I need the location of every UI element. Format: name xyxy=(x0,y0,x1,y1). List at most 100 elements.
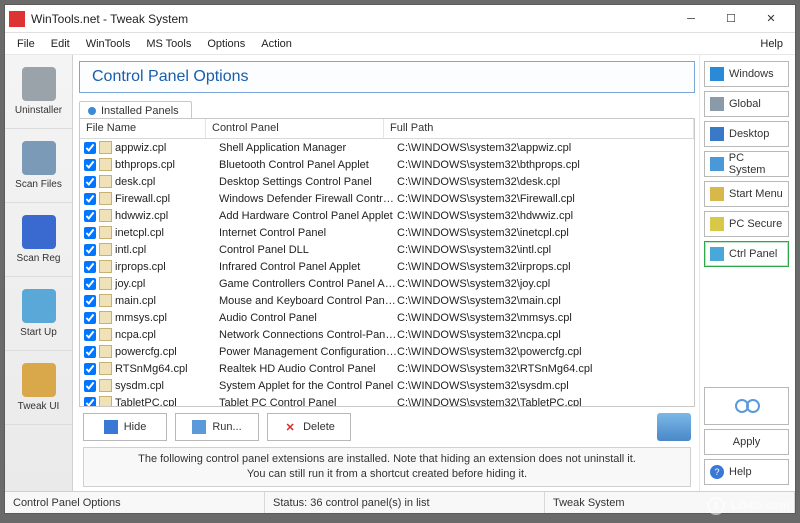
panel-list: File Name Control Panel Full Path appwiz… xyxy=(79,118,695,407)
sidebar-icon xyxy=(22,363,56,397)
table-row[interactable]: RTSnMg64.cplRealtek HD Audio Control Pan… xyxy=(80,360,694,377)
col-filename[interactable]: File Name xyxy=(80,119,206,138)
statusbar: Control Panel Options Status: 36 control… xyxy=(5,491,795,513)
row-checkbox[interactable] xyxy=(84,159,96,171)
rbtn-label: Windows xyxy=(729,68,774,80)
run-button[interactable]: Run... xyxy=(175,413,259,441)
cell-filename: desk.cpl xyxy=(115,176,219,188)
row-checkbox[interactable] xyxy=(84,295,96,307)
row-checkbox[interactable] xyxy=(84,142,96,154)
tab-installed-panels[interactable]: Installed Panels xyxy=(79,101,192,119)
table-row[interactable]: ncpa.cplNetwork Connections Control-Pane… xyxy=(80,326,694,343)
watermark: ⬇ LO4D.com xyxy=(707,497,790,515)
sidebar-icon xyxy=(22,289,56,323)
sidebar-scan-files[interactable]: Scan Files xyxy=(5,129,72,203)
rbtn-label: Desktop xyxy=(729,128,769,140)
file-icon xyxy=(99,345,112,358)
cell-controlpanel: Network Connections Control-Panel Stub xyxy=(219,329,397,341)
row-checkbox[interactable] xyxy=(84,312,96,324)
list-body[interactable]: appwiz.cplShell Application ManagerC:\WI… xyxy=(80,139,694,406)
menu-wintools[interactable]: WinTools xyxy=(78,36,139,52)
cell-filename: main.cpl xyxy=(115,295,219,307)
hide-button[interactable]: Hide xyxy=(83,413,167,441)
sidebar-icon xyxy=(22,67,56,101)
rbtn-icon xyxy=(710,67,724,81)
table-row[interactable]: Firewall.cplWindows Defender Firewall Co… xyxy=(80,190,694,207)
app-window: WinTools.net - Tweak System ─ ☐ ✕ FileEd… xyxy=(4,4,796,514)
minimize-button[interactable]: ─ xyxy=(671,5,711,33)
rbtn-ctrl-panel[interactable]: Ctrl Panel xyxy=(704,241,789,267)
file-icon xyxy=(99,396,112,406)
cell-fullpath: C:\WINDOWS\system32\RTSnMg64.cpl xyxy=(397,363,694,375)
sidebar-uninstaller[interactable]: Uninstaller xyxy=(5,55,72,129)
file-icon xyxy=(99,175,112,188)
table-row[interactable]: joy.cplGame Controllers Control Panel Ap… xyxy=(80,275,694,292)
help-button[interactable]: ?Help xyxy=(704,459,789,485)
maximize-button[interactable]: ☐ xyxy=(711,5,751,33)
close-button[interactable]: ✕ xyxy=(751,5,791,33)
menu-edit[interactable]: Edit xyxy=(43,36,78,52)
delete-button[interactable]: ✕Delete xyxy=(267,413,351,441)
row-checkbox[interactable] xyxy=(84,346,96,358)
menu-options[interactable]: Options xyxy=(199,36,253,52)
table-row[interactable]: powercfg.cplPower Management Configurati… xyxy=(80,343,694,360)
rbtn-windows[interactable]: Windows xyxy=(704,61,789,87)
cell-controlpanel: Control Panel DLL xyxy=(219,244,397,256)
cell-filename: irprops.cpl xyxy=(115,261,219,273)
menu-ms-tools[interactable]: MS Tools xyxy=(138,36,199,52)
tab-label: Installed Panels xyxy=(101,105,179,117)
status-section: Control Panel Options xyxy=(5,492,265,513)
row-checkbox[interactable] xyxy=(84,193,96,205)
menu-file[interactable]: File xyxy=(9,36,43,52)
row-checkbox[interactable] xyxy=(84,380,96,392)
tab-icon xyxy=(88,107,96,115)
rbtn-label: PC Secure xyxy=(729,218,782,230)
cell-fullpath: C:\WINDOWS\system32\mmsys.cpl xyxy=(397,312,694,324)
row-checkbox[interactable] xyxy=(84,176,96,188)
table-row[interactable]: appwiz.cplShell Application ManagerC:\WI… xyxy=(80,139,694,156)
rbtn-pc-system[interactable]: PC System xyxy=(704,151,789,177)
table-row[interactable]: bthprops.cplBluetooth Control Panel Appl… xyxy=(80,156,694,173)
cell-fullpath: C:\WINDOWS\system32\bthprops.cpl xyxy=(397,159,694,171)
file-icon xyxy=(99,141,112,154)
sidebar-start-up[interactable]: Start Up xyxy=(5,277,72,351)
rbtn-desktop[interactable]: Desktop xyxy=(704,121,789,147)
table-row[interactable]: main.cplMouse and Keyboard Control Panel… xyxy=(80,292,694,309)
row-checkbox[interactable] xyxy=(84,363,96,375)
table-row[interactable]: hdwwiz.cplAdd Hardware Control Panel App… xyxy=(80,207,694,224)
row-checkbox[interactable] xyxy=(84,261,96,273)
rbtn-pc-secure[interactable]: PC Secure xyxy=(704,211,789,237)
cell-filename: hdwwiz.cpl xyxy=(115,210,219,222)
cell-controlpanel: Bluetooth Control Panel Applet xyxy=(219,159,397,171)
menu-action[interactable]: Action xyxy=(253,36,300,52)
table-row[interactable]: mmsys.cplAudio Control PanelC:\WINDOWS\s… xyxy=(80,309,694,326)
table-row[interactable]: desk.cplDesktop Settings Control PanelC:… xyxy=(80,173,694,190)
row-checkbox[interactable] xyxy=(84,244,96,256)
rbtn-icon xyxy=(710,127,724,141)
table-row[interactable]: irprops.cplInfrared Control Panel Applet… xyxy=(80,258,694,275)
row-checkbox[interactable] xyxy=(84,329,96,341)
cell-fullpath: C:\WINDOWS\system32\powercfg.cpl xyxy=(397,346,694,358)
sidebar-tweak-ui[interactable]: Tweak UI xyxy=(5,351,72,425)
table-row[interactable]: inetcpl.cplInternet Control PanelC:\WIND… xyxy=(80,224,694,241)
cell-controlpanel: Internet Control Panel xyxy=(219,227,397,239)
cell-filename: joy.cpl xyxy=(115,278,219,290)
row-checkbox[interactable] xyxy=(84,210,96,222)
rbtn-label: Start Menu xyxy=(729,188,783,200)
row-checkbox[interactable] xyxy=(84,278,96,290)
col-controlpanel[interactable]: Control Panel xyxy=(206,119,384,138)
row-checkbox[interactable] xyxy=(84,227,96,239)
apply-button[interactable]: Apply xyxy=(704,429,789,455)
row-checkbox[interactable] xyxy=(84,397,96,407)
table-row[interactable]: sysdm.cplSystem Applet for the Control P… xyxy=(80,377,694,394)
rbtn-global[interactable]: Global xyxy=(704,91,789,117)
cell-filename: RTSnMg64.cpl xyxy=(115,363,219,375)
menu-help[interactable]: Help xyxy=(752,36,791,52)
rbtn-start-menu[interactable]: Start Menu xyxy=(704,181,789,207)
col-fullpath[interactable]: Full Path xyxy=(384,119,694,138)
table-row[interactable]: TabletPC.cplTablet PC Control PanelC:\WI… xyxy=(80,394,694,406)
table-row[interactable]: intl.cplControl Panel DLLC:\WINDOWS\syst… xyxy=(80,241,694,258)
settings-button[interactable] xyxy=(704,387,789,425)
watermark-text: LO4D.com xyxy=(731,500,790,512)
sidebar-scan-reg[interactable]: Scan Reg xyxy=(5,203,72,277)
